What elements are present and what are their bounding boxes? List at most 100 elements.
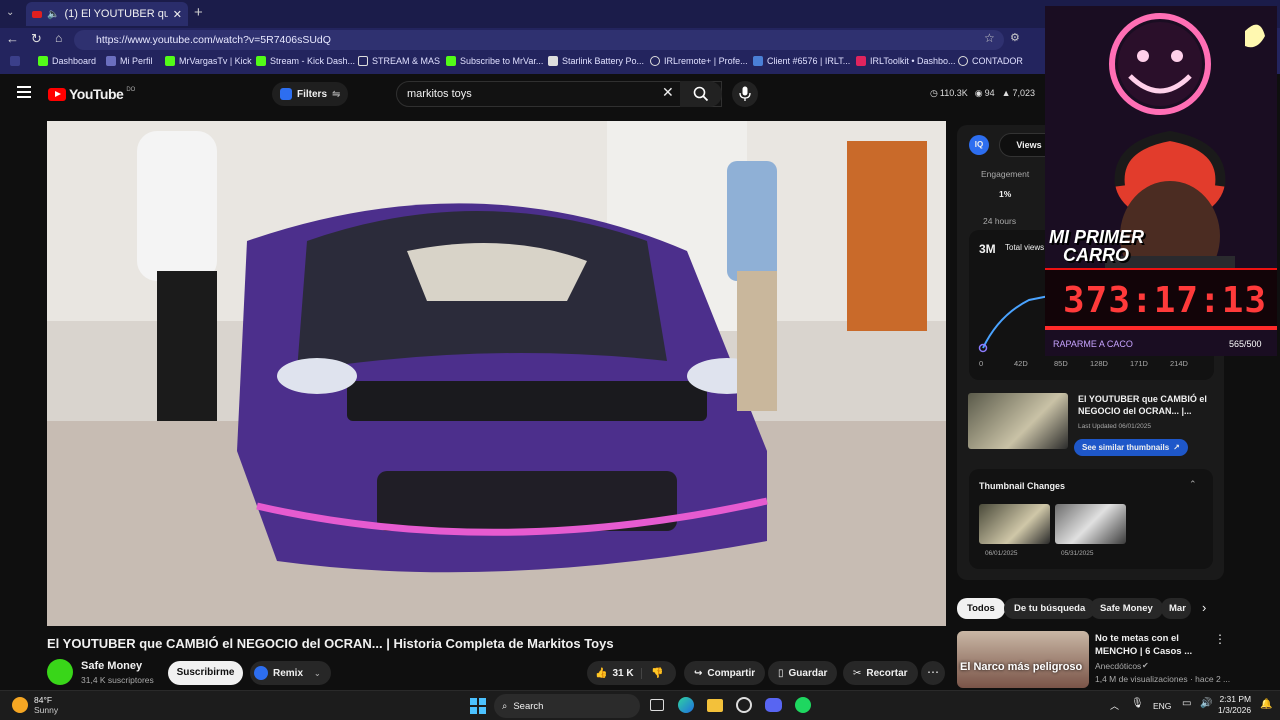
recommended-channel[interactable]: Anecdóticos (1095, 661, 1141, 671)
irltoolkit-icon (856, 56, 866, 66)
kick-icon (256, 56, 266, 66)
overlay-timer-box: 373:17:13 (1045, 268, 1277, 330)
favorite-star-icon[interactable]: ☆ (984, 31, 995, 45)
clear-search-icon[interactable]: ✕ (662, 84, 674, 101)
notifications-icon[interactable]: 🔔 (1260, 699, 1272, 710)
youtube-logo[interactable]: YouTube DO (48, 86, 135, 102)
similar-thumbnails-button[interactable]: See similar thumbnails ↗ (1074, 439, 1188, 456)
search-button[interactable] (680, 81, 722, 107)
bookmark-item[interactable]: MrVargasTv | Kick (165, 56, 252, 66)
dislike-button[interactable]: 👎 (641, 667, 663, 679)
close-tab-icon[interactable]: ✕ (173, 8, 182, 21)
axis-tick: 128D (1090, 359, 1108, 368)
collapse-chevron-icon[interactable]: ⌃ (1189, 479, 1197, 490)
task-view-icon[interactable] (650, 699, 664, 711)
tab-title: (1) El YOUTUBER que CAMBI (64, 8, 168, 20)
bookmark-item[interactable]: Dashboard (38, 56, 96, 66)
new-tab-icon[interactable]: + (194, 4, 203, 21)
remix-button[interactable]: Remix ⌄ (250, 661, 331, 685)
hamburger-menu-icon[interactable] (17, 86, 31, 98)
search-icon (693, 86, 709, 102)
chip-label: Safe Money (1100, 603, 1153, 614)
tab-menu-icon[interactable]: ⌄ (6, 7, 20, 21)
browser-tab-active[interactable]: 🔈 (1) El YOUTUBER que CAMBI ✕ (26, 2, 188, 26)
clock-icon: ◷ (930, 88, 938, 98)
share-button[interactable]: ↪ Compartir (684, 661, 766, 685)
bookmark-label: IRLremote+ | Profe... (664, 56, 748, 66)
chip-from-search[interactable]: De tu búsqueda (1004, 598, 1096, 619)
chip-more[interactable]: Mar (1161, 598, 1191, 619)
extensions-icon[interactable]: ⚙ (1010, 31, 1020, 44)
bookmark-item[interactable]: Subscribe to MrVar... (446, 56, 543, 66)
url-text: https://www.youtube.com/watch?v=5R7406sS… (96, 34, 331, 46)
clock-date: 1/3/2026 (1218, 705, 1252, 715)
similar-title[interactable]: El YOUTUBER que CAMBIÓ el NEGOCIO del OC… (1078, 393, 1218, 417)
clip-button[interactable]: ✂ Recortar (843, 661, 918, 685)
recommended-title[interactable]: No te metas con el MENCHO | 6 Casos ... (1095, 632, 1207, 658)
edge-icon[interactable] (678, 697, 694, 713)
bookmark-item[interactable]: IRLremote+ | Profe... (650, 56, 748, 66)
start-button[interactable] (470, 698, 486, 714)
bookmark-item[interactable]: Mi Perfil (106, 56, 153, 66)
bookmark-item[interactable] (10, 56, 20, 66)
home-icon[interactable]: ⌂ (55, 31, 62, 45)
microphone-tray-icon[interactable]: 🎙 (1131, 698, 1144, 709)
bookmark-label: Mi Perfil (120, 56, 153, 66)
voice-search-button[interactable] (732, 81, 758, 107)
streamer-cam-overlay: MI PRIMER CARRO 373:17:13 RAPARME A CACO… (1045, 6, 1277, 356)
chip-all[interactable]: Todos (957, 598, 1005, 619)
share-icon: ↪ (694, 667, 703, 679)
save-button[interactable]: ▯ Guardar (768, 661, 838, 685)
video-player[interactable] (47, 121, 946, 626)
file-explorer-icon[interactable] (707, 699, 723, 712)
bookmark-item[interactable]: STREAM & MAS (358, 56, 440, 66)
thumbnail-change-item[interactable] (979, 504, 1050, 544)
obs-icon[interactable] (736, 697, 752, 713)
filters-button[interactable]: Filters ⇋ (272, 82, 349, 106)
discord-icon[interactable] (765, 698, 782, 712)
more-actions-button[interactable]: ⋯ (921, 661, 945, 685)
similar-thumbnail[interactable] (968, 393, 1068, 449)
windows-taskbar: 84°F Sunny ⌕ Search ︿ 🎙 ENG ▭ 🔊 2:31 PM 1… (0, 690, 1280, 720)
axis-tick: 0 (979, 359, 984, 368)
bookmark-item[interactable]: IRLToolkit • Dashbo... (856, 56, 956, 66)
network-icon[interactable]: ▭ (1182, 698, 1191, 709)
similar-updated: Last Updated 06/01/2025 (1078, 423, 1152, 430)
taskbar-search[interactable]: ⌕ Search (494, 694, 640, 718)
bookmark-item[interactable]: Starlink Battery Po... (548, 56, 644, 66)
chip-label: De tu búsqueda (1014, 603, 1086, 614)
bookmark-item[interactable]: Client #6576 | IRLT... (753, 56, 850, 66)
bookmark-item[interactable]: Stream - Kick Dash... (256, 56, 355, 66)
country-code: DO (126, 87, 136, 93)
volume-icon[interactable]: 🔊 (1200, 698, 1212, 709)
starlink-icon (548, 56, 558, 66)
kick-icon (446, 56, 456, 66)
channel-name[interactable]: Safe Money (81, 660, 142, 672)
bookmark-item[interactable]: CONTADOR (958, 56, 1023, 66)
speaker-icon[interactable]: 🔈 (47, 9, 59, 20)
language-indicator[interactable]: ENG (1153, 701, 1171, 711)
engagement-value: 1% (999, 189, 1012, 199)
weather-widget[interactable]: 84°F Sunny (12, 695, 58, 715)
like-button[interactable]: 👍 31 K (587, 668, 641, 679)
channel-avatar[interactable] (47, 659, 73, 685)
spotify-icon[interactable] (795, 697, 811, 713)
recommended-menu-icon[interactable]: ⋮ (1214, 632, 1226, 646)
taskbar-search-label: Search (513, 700, 544, 712)
axis-tick: 214D (1170, 359, 1188, 368)
chips-next-icon[interactable]: › (1202, 600, 1206, 615)
back-icon[interactable]: ← (6, 31, 19, 46)
url-field[interactable]: https://www.youtube.com/watch?v=5R7406sS… (74, 30, 1004, 50)
chip-channel[interactable]: Safe Money (1090, 598, 1163, 619)
tray-overflow-icon[interactable]: ︿ (1110, 699, 1119, 712)
subscribe-button[interactable]: Suscribirme (168, 661, 243, 685)
goal-value: 565/500 (1229, 339, 1262, 349)
recommended-thumbnail[interactable]: El Narco más peligroso (957, 631, 1089, 688)
iq-logo-icon: IQ (969, 135, 989, 155)
refresh-icon[interactable]: ↻ (31, 31, 42, 47)
clock-time: 2:31 PM (1219, 694, 1252, 704)
subscribe-label: Suscribirme (176, 667, 235, 678)
clock[interactable]: 2:31 PM 1/3/2026 (1218, 694, 1251, 716)
thumbnail-change-item[interactable] (1055, 504, 1126, 544)
scissors-icon: ✂ (853, 667, 862, 679)
